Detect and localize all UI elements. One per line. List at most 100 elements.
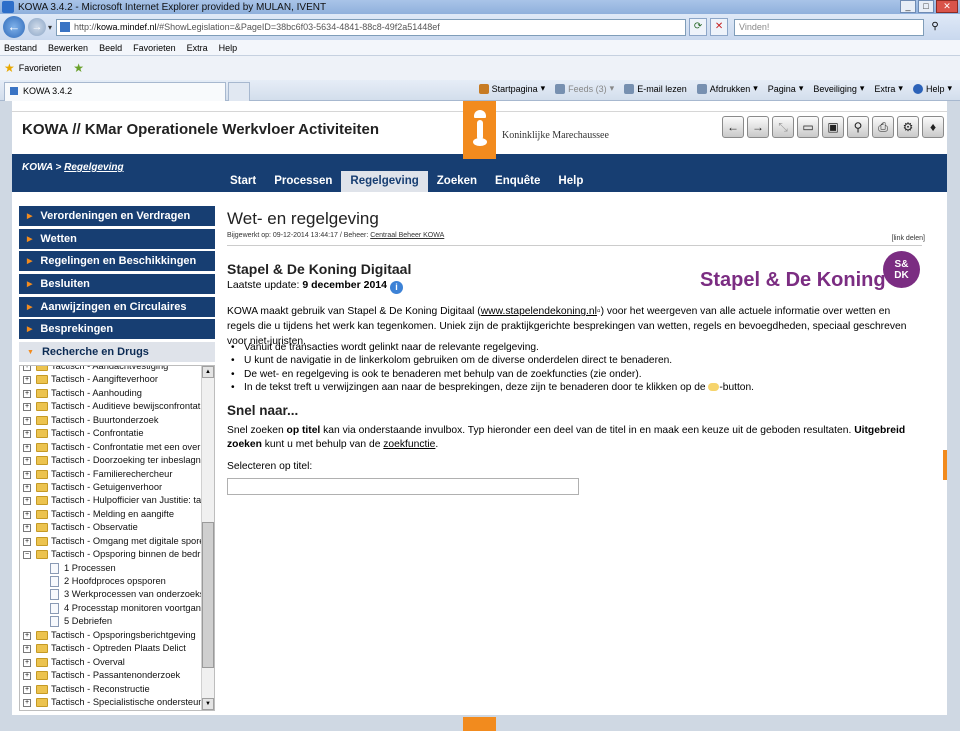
help-menu-button[interactable]: Help ▾ [912, 83, 952, 94]
feeds-button[interactable]: Feeds (3) ▾ [555, 83, 614, 94]
back-button[interactable]: ← [3, 16, 25, 38]
expand-icon[interactable]: + [23, 483, 31, 492]
tree-document-item[interactable]: 1 Processen [20, 562, 202, 575]
tree-folder-item[interactable]: + Tactisch - Overval [20, 656, 202, 669]
sidebar-item-verordeningen[interactable]: ▶ Verordeningen en Verdragen [19, 206, 215, 226]
scroll-down-icon[interactable]: ▼ [202, 698, 214, 710]
tree-folder-item[interactable]: + Tactisch - Doorzoeking ter inbeslagnemi… [20, 454, 202, 467]
refresh-icon[interactable]: ⟳ [689, 18, 708, 36]
expand-icon[interactable]: + [23, 430, 31, 439]
nav-enquete[interactable]: Enquête [486, 171, 549, 192]
expand-icon[interactable]: + [23, 658, 31, 667]
tree-document-item[interactable]: 3 Werkprocessen van onderzoeksteams [20, 588, 202, 601]
tree-folder-item[interactable]: + Tactisch - Buurtonderzoek [20, 414, 202, 427]
tree-document-item[interactable]: 4 Processtap monitoren voortgang [20, 602, 202, 615]
expand-icon[interactable]: + [23, 457, 31, 466]
expand-icon[interactable]: + [23, 672, 31, 681]
add-favorite-icon[interactable]: ★ [73, 61, 84, 75]
expand-icon[interactable]: + [23, 470, 31, 479]
extra-menu-button[interactable]: Extra ▾ [874, 83, 903, 94]
print-icon[interactable]: ⎙ [872, 116, 894, 138]
forward-button[interactable]: → [28, 18, 46, 36]
scroll-thumb[interactable] [202, 522, 214, 668]
sidebar-item-wetten[interactable]: ▶ Wetten [19, 228, 215, 249]
expand-icon[interactable]: + [23, 645, 31, 654]
tree-folder-item[interactable]: + Tactisch - Reconstructie [20, 683, 202, 696]
url-input[interactable]: http://kowa.mindef.nl/#ShowLegislation=&… [56, 18, 687, 36]
zoekfunctie-link[interactable]: zoekfunctie [383, 439, 435, 450]
page-menu-button[interactable]: Pagina ▾ [768, 83, 804, 94]
tree-folder-item[interactable]: + Tactisch - Optreden Plaats Delict [20, 642, 202, 655]
expand-icon[interactable]: + [23, 389, 31, 398]
tree-document-item[interactable]: 2 Hoofdproces opsporen [20, 575, 202, 588]
nav-start[interactable]: Start [221, 171, 265, 192]
tree-folder-item[interactable]: + Tactisch - Aandachtvestiging [20, 366, 202, 373]
menu-favorieten[interactable]: Favorieten [133, 43, 176, 53]
tree-folder-item[interactable]: + Tactisch - Opsporingsberichtgeving [20, 629, 202, 642]
menu-bewerken[interactable]: Bewerken [48, 43, 88, 53]
expand-icon[interactable]: + [23, 685, 31, 694]
menu-extra[interactable]: Extra [187, 43, 208, 53]
browser-search-input[interactable]: Vinden! [734, 18, 925, 36]
forward-arrow-icon[interactable]: → [747, 116, 769, 138]
expand-icon[interactable]: + [23, 510, 31, 519]
maximize-button[interactable]: □ [918, 0, 934, 13]
tree-folder-item[interactable]: + Tactisch - Observatie [20, 521, 202, 534]
gear-icon[interactable]: ⚙ [897, 116, 919, 138]
tree-folder-item[interactable]: + Tactisch - Omgang met digitale sporen [20, 535, 202, 548]
tree-folder-item[interactable]: − Tactisch - Opsporing binnen de bedrijfs… [20, 548, 202, 561]
browser-search-icon[interactable]: ⚲ [926, 19, 944, 36]
minimize-button[interactable]: _ [900, 0, 916, 13]
print-button[interactable]: Afdrukken ▾ [696, 83, 758, 94]
history-dropdown-icon[interactable]: ▾ [48, 23, 52, 32]
expand-icon[interactable]: + [23, 416, 31, 425]
expand-icon[interactable]: + [23, 376, 31, 385]
expand-icon[interactable]: + [23, 631, 31, 640]
search-icon[interactable]: ⚲ [847, 116, 869, 138]
tree-folder-item[interactable]: + Tactisch - Aanhouding [20, 387, 202, 400]
menu-bestand[interactable]: Bestand [4, 43, 37, 53]
expand-icon[interactable]: + [23, 524, 31, 533]
collapse-icon[interactable]: − [23, 551, 31, 560]
tree-folder-item[interactable]: + Tactisch - Passantenonderzoek [20, 669, 202, 682]
favorites-star-icon[interactable]: ★ [4, 61, 15, 75]
briefcase-icon[interactable]: ▣ [822, 116, 844, 138]
expand-icon[interactable]: + [23, 698, 31, 707]
lightbulb-icon[interactable]: ♦ [922, 116, 944, 138]
expand-icon[interactable]: + [23, 403, 31, 412]
scroll-up-icon[interactable]: ▲ [202, 366, 214, 378]
monitor-icon[interactable]: ▭ [797, 116, 819, 138]
select-title-input[interactable] [227, 478, 579, 495]
tree-folder-item[interactable]: + Tactisch - Aangifteverhoor [20, 373, 202, 386]
sidebar-item-regelingen[interactable]: ▶ Regelingen en Beschikkingen [19, 251, 215, 272]
breadcrumb-link-regelgeving[interactable]: Regelgeving [64, 162, 123, 173]
tree-folder-item[interactable]: + Tactisch - Specialistische ondersteunin… [20, 696, 202, 709]
tree-scrollbar[interactable]: ▲ ▼ [201, 366, 214, 710]
expand-icon[interactable]: + [23, 366, 31, 371]
tree-folder-item[interactable]: + Tactisch - Familierechercheur [20, 468, 202, 481]
new-tab-button[interactable] [228, 82, 250, 101]
expand-icon[interactable]: + [23, 443, 31, 452]
sdk-website-link[interactable]: www.stapelendekoning.nl [481, 306, 597, 317]
share-link[interactable]: [link delen] [892, 235, 925, 242]
sidebar-item-aanwijzingen[interactable]: ▶ Aanwijzingen en Circulaires [19, 296, 215, 317]
email-button[interactable]: E-mail lezen [624, 83, 687, 94]
home-button[interactable]: Startpagina ▾ [478, 83, 545, 94]
info-icon[interactable]: i [389, 281, 403, 294]
menu-help[interactable]: Help [219, 43, 238, 53]
browser-tab-kowa[interactable]: KOWA 3.4.2 [4, 82, 226, 101]
sidebar-item-besprekingen[interactable]: ▶ Besprekingen [19, 319, 215, 340]
security-menu-button[interactable]: Beveiliging ▾ [813, 83, 864, 94]
expand-icon[interactable]: + [23, 537, 31, 546]
tree-document-item[interactable]: 5 Debriefen [20, 615, 202, 628]
tree-folder-item[interactable]: + Tactisch - Getuigenverhoor [20, 481, 202, 494]
tree-folder-item[interactable]: + Tactisch - Confrontatie met een overled… [20, 441, 202, 454]
expand-icon[interactable]: + [23, 497, 31, 506]
tree-folder-item[interactable]: + Tactisch - Hulpofficier van Justitie: t… [20, 494, 202, 507]
nav-help[interactable]: Help [549, 171, 592, 192]
nav-zoeken[interactable]: Zoeken [428, 171, 486, 192]
tree-folder-item[interactable]: + Tactisch - Confrontatie [20, 427, 202, 440]
sidebar-item-recherche[interactable]: ▼ Recherche en Drugs [19, 342, 215, 363]
menu-beeld[interactable]: Beeld [99, 43, 122, 53]
page-scroll-marker[interactable] [943, 450, 947, 480]
